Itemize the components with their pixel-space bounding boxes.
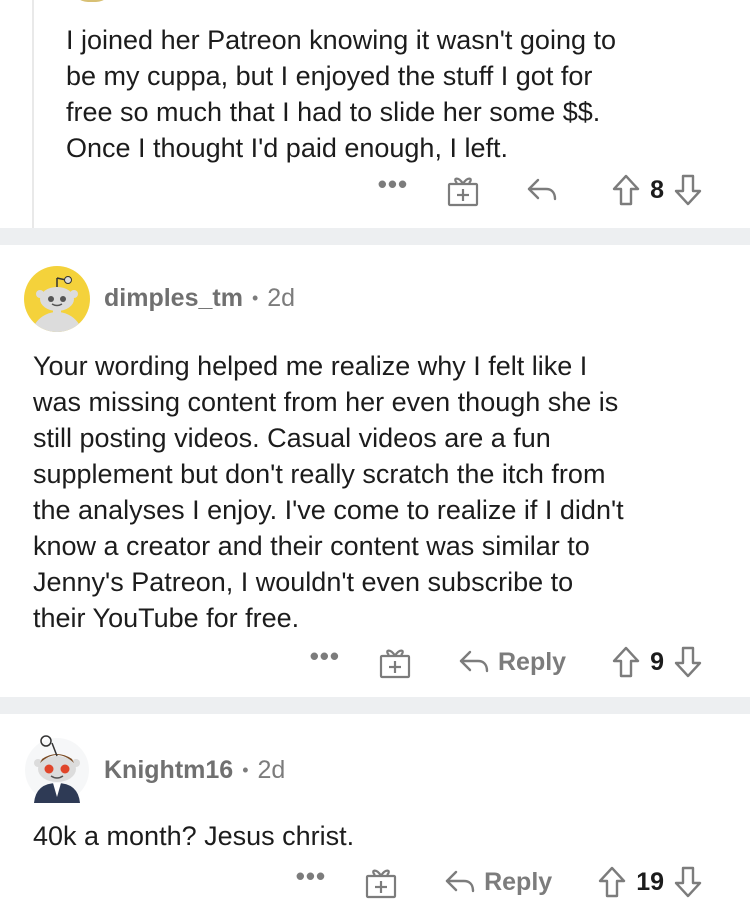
reply-label: Reply [484, 867, 553, 896]
downvote-arrow-icon[interactable] [674, 174, 702, 206]
upvote-arrow-icon[interactable] [612, 646, 640, 678]
username[interactable]: Knightm16 [104, 756, 233, 785]
meta-separator: • [242, 760, 249, 780]
comment-body: I joined her Patreon knowing it wasn't g… [66, 22, 616, 166]
reply-button[interactable]: Reply [444, 868, 552, 897]
comment-actions: ••• Reply 9 [310, 642, 702, 682]
comment-body: Your wording helped me realize why I fel… [33, 348, 624, 636]
more-options-icon[interactable]: ••• [296, 863, 326, 889]
comment-age: 2d [257, 756, 286, 784]
thread-line[interactable] [32, 0, 34, 228]
comment-meta: dimples_tm • 2d [104, 284, 295, 313]
comment-actions: ••• Reply 19 [296, 862, 702, 902]
comment-body-line: Once I thought I'd paid enough, I left. [66, 133, 508, 163]
comment-body-line: the analyses I enjoy. I've come to reali… [33, 495, 624, 525]
comment-body-line: still posting videos. Casual videos are … [33, 423, 551, 453]
more-options-icon[interactable]: ••• [310, 643, 340, 669]
downvote-arrow-icon[interactable] [674, 866, 702, 898]
comment-body-line: Jenny's Patreon, I wouldn't even subscri… [33, 567, 574, 597]
comment-body-line: I joined her Patreon knowing it wasn't g… [66, 25, 616, 55]
username[interactable]: dimples_tm [104, 284, 243, 313]
comment-body-line: know a creator and their content was sim… [33, 531, 590, 561]
comment-meta: Knightm16 • 2d [104, 756, 285, 785]
comment-age: 2d [267, 284, 296, 312]
comment-body-line: supplement but don't really scratch the … [33, 459, 606, 489]
comment-body-line: their YouTube for free. [33, 603, 300, 633]
comment-body-line: be my cuppa, but I enjoyed the stuff I g… [66, 61, 593, 91]
gift-award-icon[interactable] [446, 173, 480, 207]
comment-separator [0, 228, 750, 245]
gift-award-icon[interactable] [378, 645, 412, 679]
downvote-arrow-icon[interactable] [674, 646, 702, 678]
reply-button[interactable]: Reply [458, 648, 566, 677]
vote-controls: 19 [598, 866, 702, 898]
avatar-partial [72, 0, 112, 2]
comment-separator [0, 697, 750, 714]
vote-count: 19 [636, 867, 664, 896]
more-options-icon[interactable]: ••• [378, 171, 408, 197]
vote-count: 9 [650, 647, 664, 676]
reply-arrow-icon [444, 869, 476, 895]
upvote-arrow-icon[interactable] [612, 174, 640, 206]
avatar[interactable] [24, 735, 90, 803]
vote-count: 8 [650, 175, 664, 204]
reply-arrow-icon [526, 177, 558, 203]
comment-body: 40k a month? Jesus christ. [33, 818, 354, 854]
reply-button[interactable] [526, 177, 566, 203]
reply-label: Reply [498, 647, 567, 676]
comment-body-line: free so much that I had to slide her som… [66, 97, 601, 127]
gift-award-icon[interactable] [364, 865, 398, 899]
vote-controls: 9 [612, 646, 702, 678]
comment-body-line: Your wording helped me realize why I fel… [33, 351, 588, 381]
upvote-arrow-icon[interactable] [598, 866, 626, 898]
comment-body-line: 40k a month? Jesus christ. [33, 821, 355, 851]
meta-separator: • [251, 288, 259, 308]
vote-controls: 8 [612, 174, 702, 206]
avatar[interactable] [24, 266, 90, 332]
comment-actions: ••• 8 [378, 170, 702, 210]
comment-body-line: was missing content from her even though… [33, 387, 619, 417]
reply-arrow-icon [458, 649, 490, 675]
